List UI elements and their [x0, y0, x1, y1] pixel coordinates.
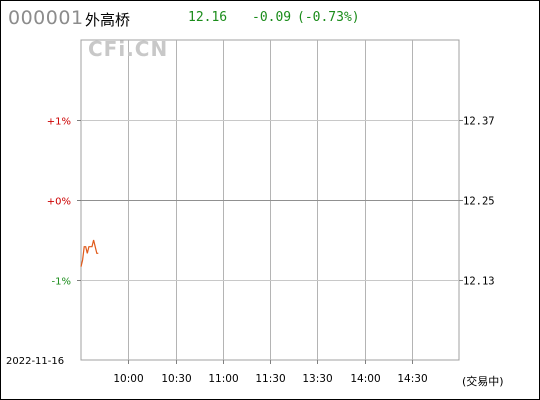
x-tick-label: 11:30 — [255, 373, 285, 385]
y-tick-label-percent: +0% — [47, 197, 71, 208]
y-tick-label-percent: -1% — [52, 277, 71, 288]
x-tick-label: 14:00 — [350, 373, 380, 385]
watermark-logo: CFi.CN — [88, 37, 169, 61]
x-tick-label: 10:30 — [161, 373, 191, 385]
y-tick-label-price: 12.25 — [463, 196, 495, 208]
intraday-chart: 10:00 10:30 11:00 11:30 13:30 14:00 14:30 +1% 12… — [47, 39, 495, 385]
trade-date: 2022-11-16 — [6, 356, 65, 367]
trading-status: (交易中) — [462, 375, 504, 388]
y-tick-label-price: 12.13 — [463, 276, 495, 288]
y-tick-label-percent: +1% — [47, 117, 71, 128]
x-tick-label: 11:00 — [208, 373, 238, 385]
x-tick-label: 13:30 — [302, 373, 332, 385]
y-tick-label-price: 12.37 — [463, 116, 495, 128]
price-line — [80, 239, 99, 267]
x-tick-label: 10:00 — [113, 373, 143, 385]
x-tick-label: 14:30 — [397, 373, 427, 385]
